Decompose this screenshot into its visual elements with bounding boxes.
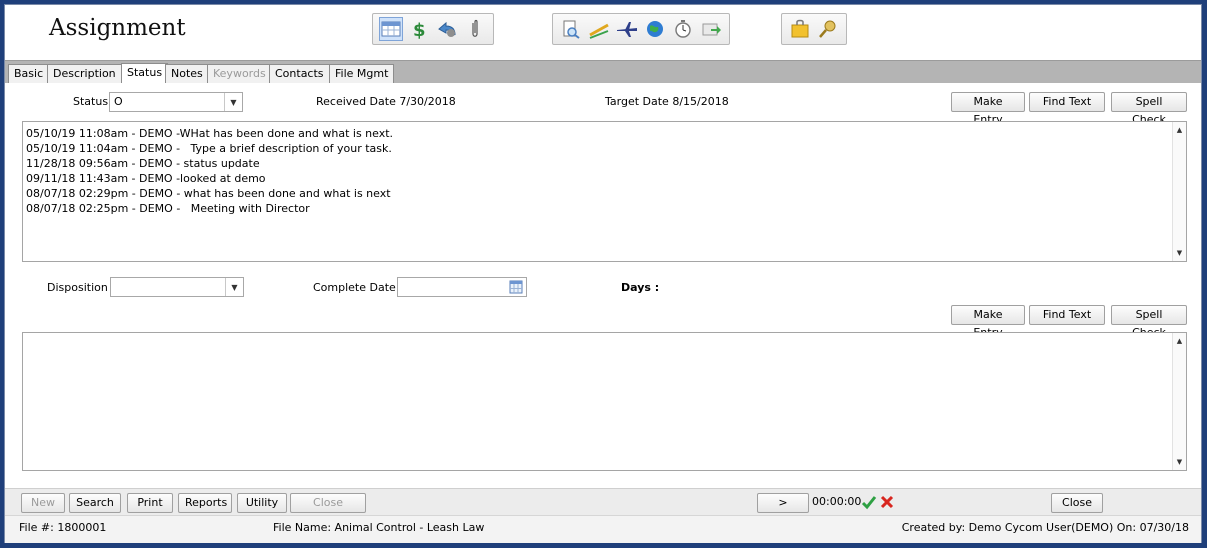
status-log-lines: 05/10/19 11:08am - DEMO -WHat has been d… [26,126,393,216]
close-matter-button[interactable]: Close Matter [290,493,366,527]
stopwatch-icon[interactable] [671,17,695,41]
reports-button[interactable]: Reports [178,493,232,513]
chevron-down-icon[interactable]: ▼ [224,93,242,111]
airplane-icon[interactable] [615,17,639,41]
status-log-textarea[interactable]: 05/10/19 11:08am - DEMO -WHat has been d… [22,121,1187,262]
vertical-scrollbar[interactable]: ▲ ▼ [1172,122,1186,261]
file-name: File Name: Animal Control - Leash Law [273,521,485,534]
status-value: O [114,95,123,108]
search-button[interactable]: Search [69,493,121,513]
tab-bar: Basic Description Status Notes Keywords … [5,60,1201,84]
days-label: Days : [621,281,660,294]
start-timer-button[interactable]: > Start [757,493,809,527]
disposition-spell-check-button[interactable]: Spell Check [1111,305,1187,339]
tab-status[interactable]: Status [121,63,169,84]
header: Assignment $ [5,5,1201,60]
dollar-icon[interactable]: $ [407,17,431,41]
timer-display: 00:00:00 [812,495,862,508]
scroll-up-icon[interactable]: ▲ [1173,123,1186,137]
tab-contacts[interactable]: Contacts [269,64,330,83]
toolbar-group-3 [781,13,847,45]
utility-button[interactable]: Utility [237,493,287,513]
complete-date-field[interactable] [397,277,527,297]
lock-folder-icon[interactable] [788,17,812,41]
paperclip-icon[interactable] [463,17,487,41]
print-button[interactable]: Print [127,493,173,513]
scroll-down-icon[interactable]: ▼ [1173,246,1186,260]
document-search-icon[interactable] [559,17,583,41]
new-button[interactable]: New [21,493,65,513]
created-by: Created by: Demo Cycom User(DEMO) On: 07… [901,521,1189,534]
cancel-x-icon[interactable] [879,494,895,510]
spell-check-button[interactable]: Spell Check [1111,92,1187,126]
tab-notes[interactable]: Notes [165,64,209,83]
disposition-dropdown[interactable]: ▼ [110,277,244,297]
calendar-icon[interactable] [509,280,523,294]
scroll-up-icon[interactable]: ▲ [1173,334,1186,348]
status-tab-content: Status O ▼ Received Date 7/30/2018 Targe… [5,83,1201,488]
target-date: Target Date 8/15/2018 [605,95,729,108]
globe-icon[interactable] [643,17,667,41]
disposition-find-text-button[interactable]: Find Text [1029,305,1105,325]
check-icon[interactable] [861,494,877,510]
chevron-down-icon[interactable]: ▼ [225,278,243,296]
status-dropdown[interactable]: O ▼ [109,92,243,112]
disposition-label: Disposition [47,281,108,294]
search-key-icon[interactable] [816,17,840,41]
calendar-grid-icon[interactable] [379,17,403,41]
status-bar: File #: 1800001 File Name: Animal Contro… [5,515,1201,543]
scroll-down-icon[interactable]: ▼ [1173,455,1186,469]
list-item: 11/28/18 09:56am - DEMO - status update [26,157,260,170]
tab-basic[interactable]: Basic [8,64,50,83]
toolbar-group-1: $ [372,13,494,45]
list-item: 08/07/18 02:25pm - DEMO - Meeting with D… [26,202,310,215]
list-item: 05/10/19 11:08am - DEMO -WHat has been d… [26,127,394,140]
close-button[interactable]: Close [1051,493,1103,513]
find-text-button[interactable]: Find Text [1029,92,1105,112]
back-arrow-icon[interactable] [435,17,459,41]
export-icon[interactable] [699,17,723,41]
complete-date-label: Complete Date [313,281,396,294]
list-item: 05/10/19 11:04am - DEMO - Type a brief d… [26,142,392,155]
received-date: Received Date 7/30/2018 [316,95,456,108]
ruler-pencil-icon[interactable] [587,17,611,41]
assignment-window: Assignment $ Basic Description Status No… [4,4,1202,543]
vertical-scrollbar[interactable]: ▲ ▼ [1172,333,1186,470]
tab-keywords[interactable]: Keywords [207,64,272,83]
app-title: Assignment [49,15,186,41]
bottom-action-bar: New Search Print Reports Utility Close M… [5,488,1201,527]
status-label: Status [73,95,109,108]
svg-text:$: $ [413,20,426,39]
disposition-make-entry-button[interactable]: Make Entry [951,305,1025,339]
list-item: 08/07/18 02:29pm - DEMO - what has been … [26,187,391,200]
tab-file-mgmt[interactable]: File Mgmt [329,64,395,83]
file-number: File #: 1800001 [19,521,107,534]
make-entry-button[interactable]: Make Entry [951,92,1025,126]
toolbar-group-2 [552,13,730,45]
disposition-notes-textarea[interactable]: ▲ ▼ [22,332,1187,471]
list-item: 09/11/18 11:43am - DEMO -looked at demo [26,172,266,185]
tab-description[interactable]: Description [47,64,122,83]
